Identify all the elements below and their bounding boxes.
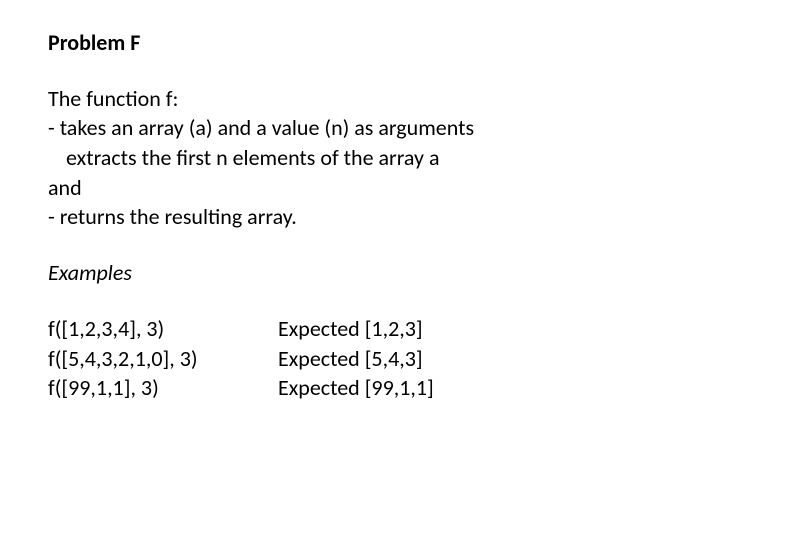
description-line: - takes an array (a) and a value (n) as … xyxy=(48,113,764,143)
example-expected: Expected [5,4,3] xyxy=(278,344,434,374)
example-row: f([99,1,1], 3) Expected [99,1,1] xyxy=(48,373,434,403)
description-line: extracts the first n elements of the arr… xyxy=(48,143,764,173)
example-call: f([99,1,1], 3) xyxy=(48,373,278,403)
description-line: - returns the resulting array. xyxy=(48,202,764,232)
problem-description: The function f: - takes an array (a) and… xyxy=(48,84,764,232)
example-row: f([1,2,3,4], 3) Expected [1,2,3] xyxy=(48,314,434,344)
examples-heading: Examples xyxy=(48,258,764,288)
description-line: The function f: xyxy=(48,84,764,114)
problem-title: Problem F xyxy=(48,28,764,58)
description-line: and xyxy=(48,173,764,203)
example-call: f([1,2,3,4], 3) xyxy=(48,314,278,344)
example-row: f([5,4,3,2,1,0], 3) Expected [5,4,3] xyxy=(48,344,434,374)
example-expected: Expected [1,2,3] xyxy=(278,314,434,344)
examples-table: f([1,2,3,4], 3) Expected [1,2,3] f([5,4,… xyxy=(48,314,434,403)
example-expected: Expected [99,1,1] xyxy=(278,373,434,403)
example-call: f([5,4,3,2,1,0], 3) xyxy=(48,344,278,374)
